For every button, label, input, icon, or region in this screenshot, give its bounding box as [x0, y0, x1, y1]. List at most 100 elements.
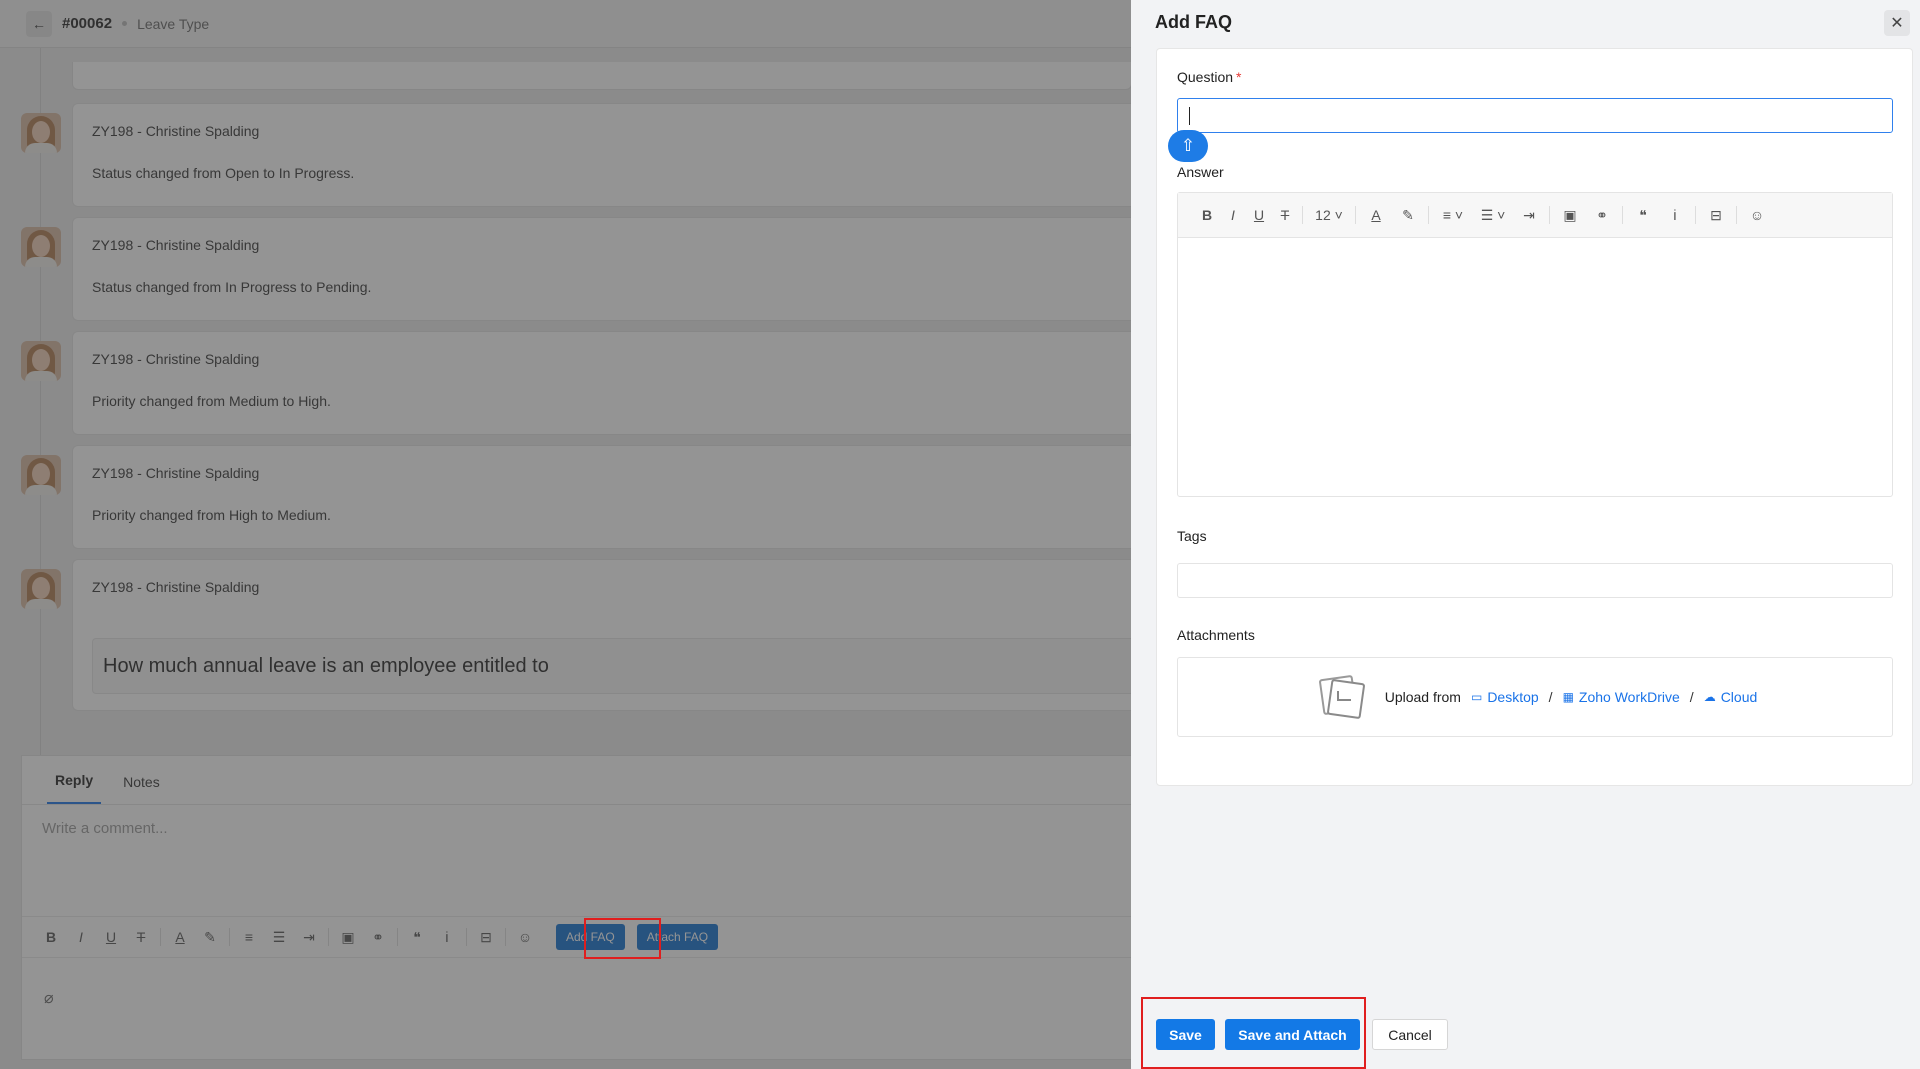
attachments-dropzone[interactable]: Upload from ▭ Desktop / ▦ Zoho WorkDrive /… [1177, 657, 1893, 737]
toolbar-divider [1736, 206, 1737, 224]
add-faq-button[interactable]: Add FAQ [556, 924, 625, 950]
emoji-icon[interactable]: ☺ [510, 929, 540, 945]
toolbar-divider [397, 928, 398, 946]
save-and-attach-button[interactable]: Save and Attach [1225, 1019, 1360, 1050]
required-marker: * [1236, 69, 1242, 85]
reply-tabs: Reply Notes [22, 756, 1131, 805]
clear-format-icon[interactable]: Ꭵ [432, 929, 462, 946]
entry-author: ZY198 - Christine Spalding [92, 579, 260, 595]
separator-dot [122, 21, 128, 26]
upload-from-text: Upload from [1384, 689, 1461, 705]
bold-icon[interactable]: B [36, 929, 66, 945]
monitor-icon: ▭ [1470, 690, 1483, 704]
upload-workdrive-link[interactable]: ▦ Zoho WorkDrive [1563, 689, 1680, 705]
cancel-button[interactable]: Cancel [1372, 1019, 1448, 1050]
avatar [21, 455, 61, 495]
list-icon[interactable]: ☰ ˅ [1473, 207, 1513, 224]
font-size-select[interactable]: 12 ˅ [1307, 207, 1351, 223]
reply-panel: Reply Notes Write a comment... B I U T A… [21, 755, 1131, 1060]
underline-icon[interactable]: U [96, 929, 126, 945]
align-icon[interactable]: ≡ ˅ [1433, 207, 1473, 223]
back-arrow-icon: ← [32, 15, 46, 32]
back-button[interactable]: ← [26, 10, 52, 37]
avatar [21, 569, 61, 609]
emoji-icon[interactable]: ☺ [1741, 207, 1773, 223]
close-icon: ✕ [1890, 15, 1904, 32]
answer-editor[interactable]: B I U T 12 ˅ A ✎ ≡ ˅ ☰ ˅ ⇥ ▣ ⚭ ❝ Ꭵ ⊟ ☺ [1177, 192, 1893, 497]
highlight-icon[interactable]: ✎ [1392, 207, 1424, 224]
toolbar-divider [328, 928, 329, 946]
upload-desktop-link[interactable]: ▭ Desktop [1471, 689, 1539, 705]
upload-cloud-link[interactable]: ☁ Cloud [1704, 689, 1758, 705]
separator: / [1689, 689, 1694, 705]
font-color-icon[interactable]: A [165, 929, 195, 945]
ticket-type: Leave Type [137, 15, 210, 32]
ticket-view: ← #00062 Leave Type ZY198 - Christine Sp… [0, 0, 1131, 1069]
indent-icon[interactable]: ⇥ [1513, 207, 1545, 224]
reply-toolbar: B I U T A ✎ ≡ ☰ ⇥ ▣ ⚭ ❝ Ꭵ ⊟ ☺ Add FAQ At… [22, 916, 1131, 958]
answer-toolbar: B I U T 12 ˅ A ✎ ≡ ˅ ☰ ˅ ⇥ ▣ ⚭ ❝ Ꭵ ⊟ ☺ [1178, 193, 1892, 238]
question-input[interactable] [1177, 98, 1893, 133]
answer-label: Answer [1177, 164, 1224, 180]
faq-content: How much annual leave is an employee ent… [92, 638, 1131, 694]
italic-icon[interactable]: I [1220, 207, 1246, 223]
entry-message: Priority changed from High to Medium. [92, 507, 331, 523]
snippet-icon[interactable]: ⊟ [471, 929, 501, 946]
toolbar-divider [1428, 206, 1429, 224]
timeline-card: ZY198 - Christine Spalding Priority chan… [72, 445, 1131, 549]
scroll-top-button[interactable]: ⇧ [1168, 130, 1208, 162]
entry-author: ZY198 - Christine Spalding [92, 237, 260, 253]
toolbar-divider [1302, 206, 1303, 224]
strikethrough-icon[interactable]: T [126, 929, 156, 945]
tags-input[interactable] [1177, 563, 1893, 598]
link-icon[interactable]: ⚭ [363, 929, 393, 946]
comment-input[interactable]: Write a comment... [42, 820, 168, 837]
toolbar-divider [505, 928, 506, 946]
ticket-id: #00062 [62, 15, 113, 32]
link-icon[interactable]: ⚭ [1586, 207, 1618, 224]
snippet-icon[interactable]: ⊟ [1700, 207, 1732, 224]
image-icon[interactable]: ▣ [1554, 207, 1586, 224]
clear-format-icon[interactable]: Ꭵ [1659, 207, 1691, 224]
quote-icon[interactable]: ❝ [402, 929, 432, 946]
quote-icon[interactable]: ❝ [1627, 207, 1659, 224]
avatar [21, 113, 61, 153]
tab-notes[interactable]: Notes [115, 774, 168, 804]
indent-icon[interactable]: ⇥ [294, 929, 324, 946]
workdrive-icon: ▦ [1562, 690, 1574, 704]
entry-message: Priority changed from Medium to High. [92, 393, 331, 409]
arrow-up-icon: ⇧ [1180, 136, 1196, 155]
attach-faq-button[interactable]: Attach FAQ [636, 924, 719, 950]
attachment-clip-icon[interactable]: ⌀ [44, 988, 54, 1008]
faq-form: Question * ⇧ Answer B I U T 12 ˅ A ✎ ≡ ˅ … [1156, 48, 1913, 786]
cloud-icon: ☁ [1703, 690, 1716, 704]
toolbar-divider [1695, 206, 1696, 224]
image-icon[interactable]: ▣ [333, 929, 363, 946]
toolbar-divider [1622, 206, 1623, 224]
font-color-icon[interactable]: A [1360, 207, 1392, 223]
close-button[interactable]: ✕ [1884, 10, 1910, 36]
avatar [21, 341, 61, 381]
drawer-title: Add FAQ [1155, 12, 1232, 32]
tab-reply[interactable]: Reply [47, 772, 102, 804]
avatar [21, 227, 61, 267]
align-icon[interactable]: ≡ [234, 929, 264, 945]
underline-icon[interactable]: U [1246, 207, 1272, 223]
entry-author: ZY198 - Christine Spalding [92, 351, 260, 367]
timeline-line [40, 48, 41, 758]
list-icon[interactable]: ☰ [264, 929, 294, 946]
toolbar-divider [1355, 206, 1356, 224]
attachments-label: Attachments [1177, 627, 1255, 643]
strikethrough-icon[interactable]: T [1272, 207, 1298, 223]
bold-icon[interactable]: B [1194, 207, 1220, 223]
save-button[interactable]: Save [1156, 1019, 1215, 1050]
italic-icon[interactable]: I [66, 929, 96, 945]
highlight-icon[interactable]: ✎ [195, 929, 225, 946]
timeline-card: ZY198 - Christine Spalding Status change… [72, 217, 1131, 321]
tags-label: Tags [1177, 528, 1207, 544]
timeline-card: ZY198 - Christine Spalding How much annu… [72, 559, 1131, 711]
entry-message: Status changed from Open to In Progress. [92, 165, 355, 181]
toolbar-divider [466, 928, 467, 946]
entry-author: ZY198 - Christine Spalding [92, 123, 260, 139]
toolbar-divider [160, 928, 161, 946]
